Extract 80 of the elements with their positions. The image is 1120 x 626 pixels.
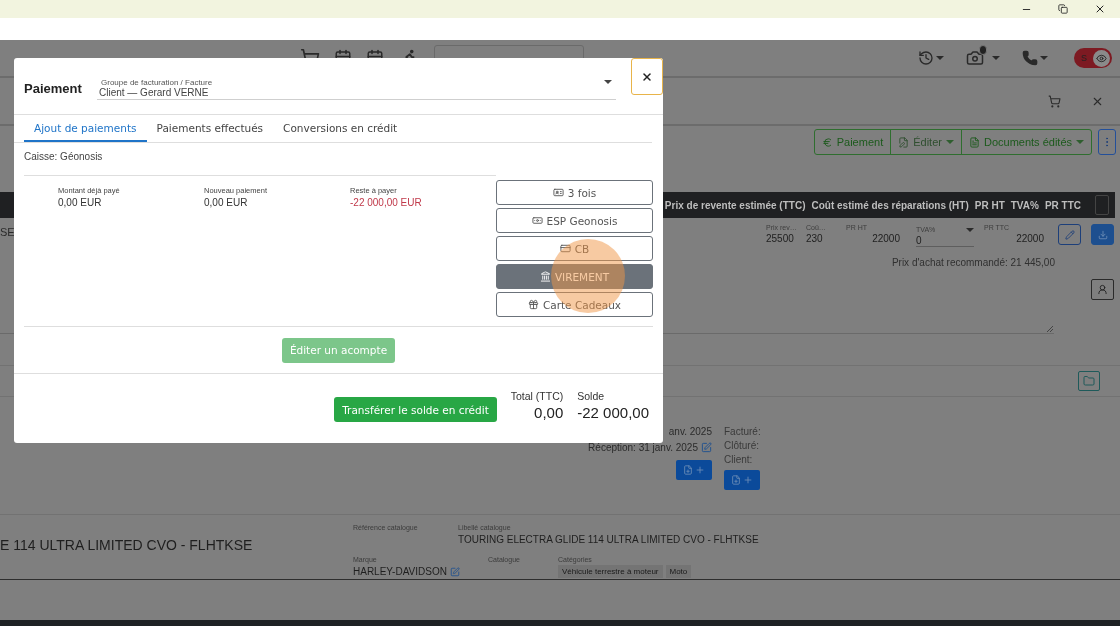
total-value: -22 000,00	[577, 404, 649, 421]
date-text: Réception: 31 janv. 2025	[588, 442, 698, 453]
bank-icon	[539, 271, 551, 282]
category-tag: Moto	[665, 565, 692, 578]
field-value: 22000	[871, 233, 900, 244]
payment-method-button[interactable]: ESP Geonosis	[496, 208, 653, 233]
status-label: Facturé:	[724, 426, 761, 437]
row-text: SE	[0, 226, 15, 238]
plus-icon	[743, 475, 753, 485]
edit-button[interactable]	[1058, 224, 1081, 245]
caret-icon	[945, 140, 954, 144]
person-button[interactable]	[1091, 279, 1114, 300]
dialog-title: Paiement	[24, 80, 83, 96]
restore-icon[interactable]	[1058, 4, 1068, 14]
file-icon	[683, 465, 693, 475]
cart-icon[interactable]	[1048, 94, 1061, 108]
amount-value: 0,00 EUR	[204, 197, 249, 208]
caret-icon	[1076, 140, 1084, 144]
person-icon	[1097, 284, 1108, 295]
eye-icon	[1096, 52, 1107, 64]
payment-method-button[interactable]: VIREMENT	[496, 264, 653, 289]
billing-select[interactable]: Groupe de facturation / Facture Client — Gerard VERNE	[97, 78, 616, 100]
edit-icon	[898, 136, 910, 148]
register-label: Caisse: Géonosis	[23, 150, 104, 164]
close-icon	[641, 70, 653, 83]
gift-icon	[527, 299, 539, 310]
close-icon[interactable]	[1094, 3, 1106, 15]
history-button[interactable]	[918, 50, 944, 66]
field-value: 230	[806, 233, 824, 244]
download-button[interactable]	[1091, 224, 1114, 245]
total-label: Solde	[577, 390, 605, 402]
action-button[interactable]: Éditer	[890, 130, 961, 154]
edit-icon[interactable]	[449, 566, 460, 577]
tab[interactable]: Ajout de paiements	[24, 115, 147, 142]
column-header: TVA%	[1010, 199, 1039, 211]
folder-icon	[1083, 375, 1095, 387]
date-text: anv. 2025	[668, 426, 712, 437]
field-value: 25500	[766, 233, 795, 244]
status-label: Client:	[724, 454, 754, 465]
caret-icon[interactable]	[992, 56, 1000, 60]
total-label: Total (TTC)	[510, 390, 564, 402]
folder-button[interactable]	[1078, 371, 1100, 391]
download-icon	[1097, 229, 1108, 240]
resize-grip-icon[interactable]	[1046, 325, 1054, 333]
total-value: 0,00	[534, 404, 564, 421]
transfer-button[interactable]: Transférer le solde en crédit	[334, 397, 497, 422]
tab[interactable]: Paiements effectués	[146, 115, 274, 142]
product-title: E 114 ULTRA LIMITED CVO - FLHTKSE	[0, 537, 254, 555]
euro-icon	[821, 136, 833, 148]
add-document-button[interactable]	[724, 470, 760, 490]
banknote-icon	[531, 215, 543, 226]
document-icon	[968, 136, 980, 148]
pencil-icon	[1064, 229, 1075, 240]
field-value: TOURING ELECTRA GLIDE 114 ULTRA LIMITED CVO - FLHTKSE	[458, 534, 759, 545]
close-button[interactable]	[631, 58, 663, 95]
action-button[interactable]: Documents édités	[960, 130, 1091, 154]
phone-button[interactable]	[1022, 50, 1048, 66]
add-document-button[interactable]	[676, 460, 712, 480]
plus-icon	[695, 465, 705, 475]
card-icon	[559, 243, 571, 254]
column-header: Coût estimé des réparations (HT)	[811, 199, 969, 211]
field-value: HARLEY-DAVIDSON	[353, 566, 447, 577]
id-card-icon	[552, 187, 564, 198]
file-icon	[731, 475, 741, 485]
category-tag: Véhicule terrestre à moteur	[558, 565, 663, 578]
recommended-price: Prix d'achat recommandé: 21 445,00	[891, 257, 1055, 268]
column-header: PR HT	[974, 199, 1005, 211]
column-menu-button[interactable]	[1095, 195, 1109, 215]
action-button[interactable]: Paiement	[814, 130, 891, 154]
payment-method-button[interactable]: CB	[496, 236, 653, 261]
column-header: Prix de revente estimée (TTC)	[664, 199, 806, 211]
edit-icon[interactable]	[701, 442, 712, 453]
amount-value: -22 000,00 EUR	[350, 197, 423, 208]
payment-method-button[interactable]: 3 fois	[496, 180, 653, 205]
tab[interactable]: Conversions en crédit	[273, 115, 408, 142]
status-label: Clôturé:	[724, 440, 760, 451]
amount-value: 0,00 EUR	[58, 197, 103, 208]
more-button[interactable]	[1098, 129, 1116, 155]
column-header: PR TTC	[1044, 199, 1081, 211]
field-value: 22000	[1015, 233, 1044, 244]
